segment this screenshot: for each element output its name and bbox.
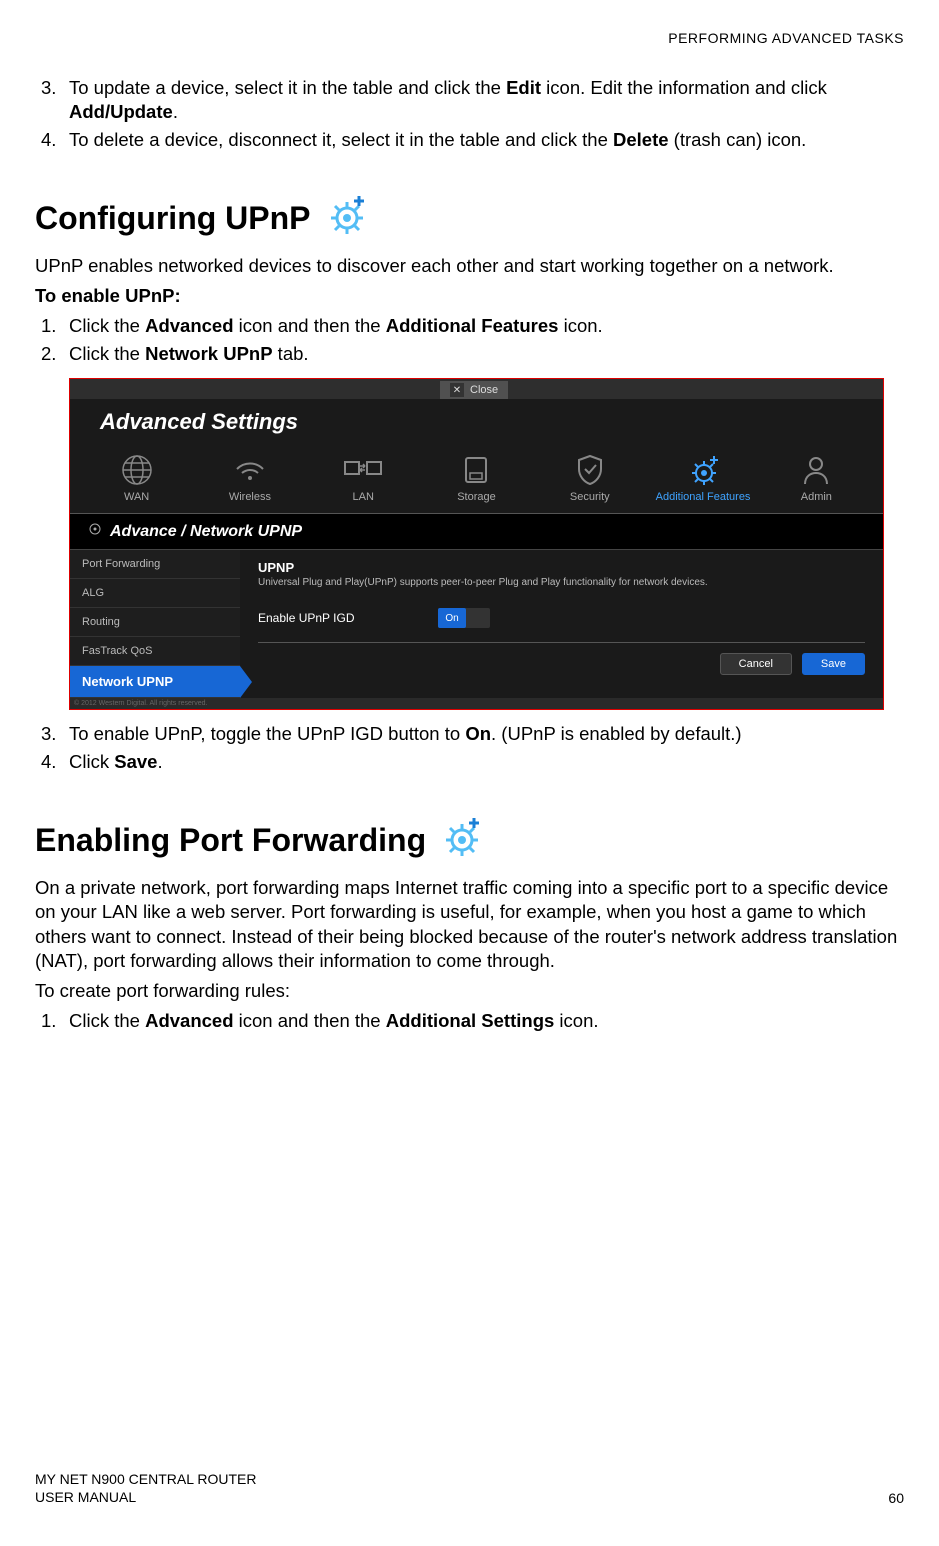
upnp-subhead: To enable UPnP: (35, 284, 904, 308)
copyright: © 2012 Western Digital. All rights reser… (70, 698, 883, 709)
tab-wireless[interactable]: Wireless (193, 445, 306, 513)
sidebar-item-port-forwarding[interactable]: Port Forwarding (70, 550, 240, 579)
sidebar: Port Forwarding ALG Routing FasTrack QoS… (70, 550, 240, 698)
cancel-button[interactable]: Cancel (720, 653, 792, 675)
save-button[interactable]: Save (802, 653, 865, 675)
footer-product: MY NET N900 CENTRAL ROUTER (35, 1470, 256, 1488)
page-footer: MY NET N900 CENTRAL ROUTER USER MANUAL 6… (35, 1470, 904, 1506)
shield-icon (537, 453, 642, 487)
sidebar-item-routing[interactable]: Routing (70, 608, 240, 637)
tab-storage[interactable]: Storage (420, 445, 533, 513)
page-header: PERFORMING ADVANCED TASKS (35, 30, 904, 46)
close-button[interactable]: ✕ Close (440, 381, 508, 399)
tab-admin[interactable]: Admin (760, 445, 873, 513)
step-text: To update a device, select it in the tab… (69, 76, 904, 124)
globe-icon (84, 453, 189, 487)
section-heading-upnp: Configuring UPnP (35, 192, 904, 244)
footer-doc-type: USER MANUAL (35, 1488, 256, 1506)
portfwd-intro: On a private network, port forwarding ma… (35, 876, 904, 972)
intro-step-3: 3. To update a device, select it in the … (35, 76, 904, 124)
gear-plus-icon (650, 453, 755, 487)
admin-icon (764, 453, 869, 487)
panel-desc: Universal Plug and Play(UPnP) supports p… (258, 577, 865, 588)
step-number: 3. (35, 76, 69, 124)
page-number: 60 (888, 1490, 904, 1506)
tab-lan[interactable]: LAN (307, 445, 420, 513)
section-bar: Advance / Network UPNP (70, 514, 883, 550)
gear-plus-icon (438, 814, 482, 866)
toggle-on-state: On (438, 608, 466, 628)
upnp-intro: UPnP enables networked devices to discov… (35, 254, 904, 278)
upnp-step-1: 1. Click the Advanced icon and then the … (35, 314, 904, 338)
tab-security[interactable]: Security (533, 445, 646, 513)
wifi-icon (197, 453, 302, 487)
tab-additional-features[interactable]: Additional Features (646, 445, 759, 513)
main-panel: UPNP Universal Plug and Play(UPnP) suppo… (240, 550, 883, 698)
upnp-step-4: 4. Click Save. (35, 750, 904, 774)
panel-heading: UPNP (258, 560, 865, 575)
step-number: 4. (35, 128, 69, 152)
upnp-step-2: 2. Click the Network UPnP tab. (35, 342, 904, 366)
top-tabs: WAN Wireless LAN Storage Security Additi… (70, 441, 883, 514)
gear-plus-icon (323, 192, 367, 244)
sidebar-item-alg[interactable]: ALG (70, 579, 240, 608)
sidebar-item-fastrack-qos[interactable]: FasTrack QoS (70, 637, 240, 666)
sidebar-item-network-upnp[interactable]: Network UPNP (70, 666, 240, 698)
upnp-step-3: 3. To enable UPnP, toggle the UPnP IGD b… (35, 722, 904, 746)
section-heading-portfwd: Enabling Port Forwarding (35, 814, 904, 866)
close-icon: ✕ (450, 383, 464, 397)
screenshot-title: Advanced Settings (70, 399, 883, 441)
intro-step-4: 4. To delete a device, disconnect it, se… (35, 128, 904, 152)
step-text: To delete a device, disconnect it, selec… (69, 128, 904, 152)
portfwd-sub: To create port forwarding rules: (35, 979, 904, 1003)
upnp-toggle[interactable]: On (438, 608, 490, 628)
portfwd-step-1: 1. Click the Advanced icon and then the … (35, 1009, 904, 1033)
storage-icon (424, 453, 529, 487)
tab-wan[interactable]: WAN (80, 445, 193, 513)
router-ui-screenshot: ✕ Close Advanced Settings WAN Wireless L… (69, 378, 884, 710)
lan-icon (311, 453, 416, 487)
gear-small-icon (88, 522, 102, 541)
toggle-label: Enable UPnP IGD (258, 611, 438, 625)
